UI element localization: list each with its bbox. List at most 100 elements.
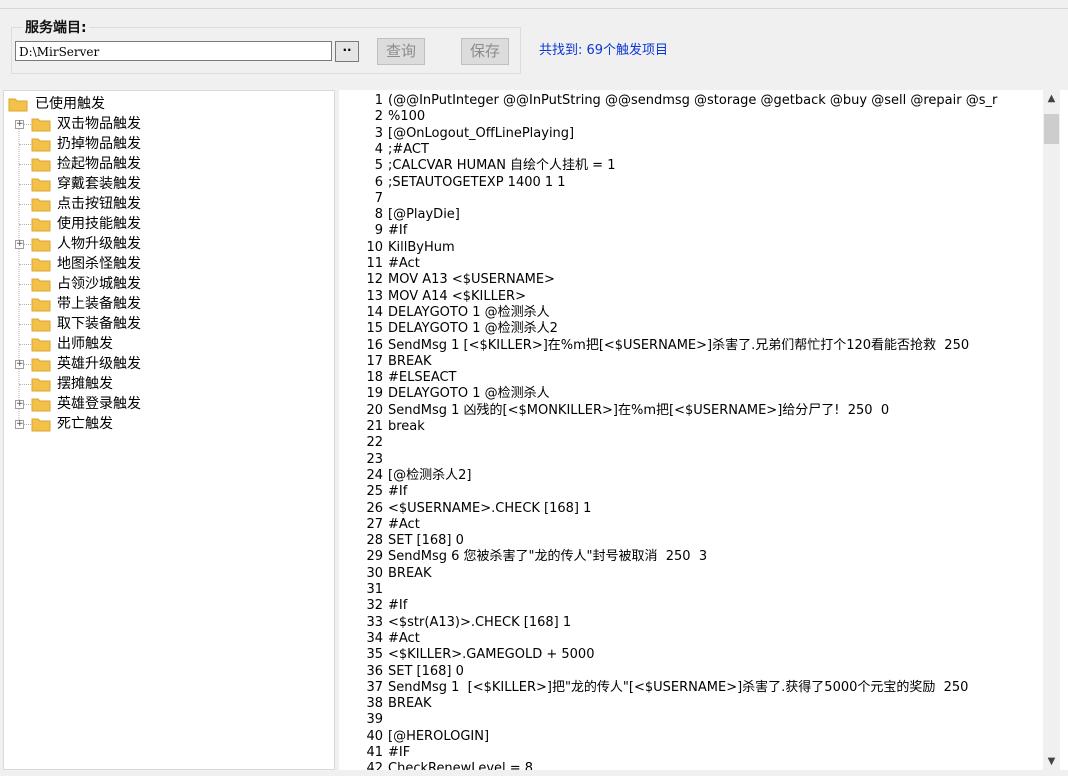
folder-icon [31, 376, 51, 392]
code-line: 26 <$USERNAME>.CHECK [168] 1 [339, 501, 591, 517]
line-number: 2 [374, 109, 383, 125]
code-text: BREAK [388, 696, 432, 712]
script-editor[interactable]: 1 (@@InPutInteger @@InPutString @@sendmsg… [339, 90, 1068, 770]
folder-icon [31, 136, 51, 152]
code-line: 25 #If [339, 484, 407, 500]
tree-connector [19, 324, 31, 325]
code-line: 15 DELAYGOTO 1 @检测杀人2 [339, 321, 558, 337]
expand-plus-icon[interactable]: + [15, 240, 24, 249]
code-line: 24 [@检测杀人2] [339, 468, 471, 484]
code-text: MOV A14 <$KILLER> [388, 288, 526, 304]
expand-plus-icon[interactable]: + [15, 120, 24, 129]
code-line: 39 [339, 712, 388, 728]
line-number: 41 [366, 745, 383, 760]
folder-icon [31, 176, 51, 192]
folder-icon [31, 256, 51, 272]
tree-connector [19, 304, 31, 305]
code-text: DELAYGOTO 1 @检测杀人 [388, 304, 550, 320]
code-line: 29 SendMsg 6 您被杀害了"龙的传人"封号被取消 250 3 [339, 549, 707, 565]
code-text: #Act [388, 630, 420, 646]
server-dir-label: 服务端目: [23, 19, 89, 37]
code-line: 32 #If [339, 598, 407, 614]
code-text: #If [388, 223, 408, 239]
code-line: 4 ;#ACT [339, 142, 429, 158]
line-number: 20 [366, 402, 383, 418]
folder-icon [31, 336, 51, 352]
tree-item-label: 人物升级触发 [57, 236, 141, 252]
expand-plus-icon[interactable]: + [15, 420, 24, 429]
folder-icon [31, 156, 51, 172]
code-text: [@PlayDie] [388, 207, 460, 223]
save-button[interactable]: 保存 [461, 38, 509, 65]
line-number: 8 [374, 207, 383, 223]
line-number: 25 [366, 484, 383, 500]
query-button[interactable]: 查询 [377, 38, 425, 65]
code-text: ;#ACT [388, 141, 429, 157]
bottom-strip [0, 770, 1068, 776]
code-line: 19 DELAYGOTO 1 @检测杀人 [339, 386, 549, 402]
line-number: 31 [366, 582, 383, 597]
line-number: 14 [366, 304, 383, 320]
code-text: MOV A13 <$USERNAME> [388, 272, 555, 288]
code-line: 17 BREAK [339, 354, 431, 370]
code-line: 21 break [339, 419, 424, 435]
line-number: 27 [366, 516, 383, 532]
tree-connector [19, 164, 31, 165]
tree-connector [19, 284, 31, 285]
line-number: 40 [366, 728, 383, 744]
code-text: SendMsg 1 凶残的[<$MONKILLER>]在%m把[<$USERNA… [388, 402, 890, 418]
code-line: 33 <$str(A13)>.CHECK [168] 1 [339, 615, 571, 631]
line-number: 15 [366, 321, 383, 337]
code-line: 28 SET [168] 0 [339, 533, 463, 549]
code-text: ;CALCVAR HUMAN 自绘个人挂机 = 1 [388, 158, 616, 174]
line-number: 5 [374, 158, 383, 174]
expand-plus-icon[interactable]: + [15, 400, 24, 409]
server-path-input[interactable]: D:\MirServer [15, 41, 332, 61]
code-line: 16 SendMsg 1 [<$KILLER>]在%m把[<$USERNAME>]… [339, 338, 969, 354]
tree-item-label: 双击物品触发 [57, 116, 141, 132]
line-number: 11 [366, 256, 383, 271]
tree-item-label: 占领沙城触发 [57, 276, 141, 292]
code-line: 13 MOV A14 <$KILLER> [339, 289, 526, 305]
code-line: 22 [339, 435, 388, 451]
line-number: 16 [366, 337, 383, 353]
line-number: 38 [366, 696, 383, 712]
status-text: 共找到: 69个触发项目 [539, 43, 669, 58]
line-number: 34 [366, 630, 383, 646]
trigger-tree[interactable]: 已使用触发 + 双击物品触发 扔掉物品触发 捡起物品触发 穿戴套装触发 点击按钮触发 使用技… [3, 90, 335, 770]
line-number: 3 [374, 125, 383, 141]
code-text: BREAK [388, 565, 432, 581]
folder-icon [31, 396, 51, 412]
tree-connector [19, 144, 31, 145]
vertical-scrollbar[interactable]: ▲ ▼ [1043, 90, 1060, 770]
tree-item-label: 取下装备触发 [57, 316, 141, 332]
tree-connector-lines [18, 121, 20, 423]
code-line: 36 SET [168] 0 [339, 664, 463, 680]
expand-plus-icon[interactable]: + [15, 360, 24, 369]
folder-icon [31, 296, 51, 312]
tree-connector [19, 224, 31, 225]
code-line: 34 #Act [339, 630, 420, 647]
line-number: 35 [366, 647, 383, 663]
tree-item-label: 捡起物品触发 [57, 156, 141, 172]
toolbar-area: 服务端目: D:\MirServer ·· 查询 保存 共找到: 69个触发项目 [0, 0, 1068, 82]
tree-item-label: 出师触发 [57, 336, 113, 352]
code-text: DELAYGOTO 1 @检测杀人2 [388, 321, 558, 337]
scroll-thumb[interactable] [1044, 114, 1059, 144]
code-line: 12 MOV A13 <$USERNAME> [339, 272, 555, 288]
code-line: 42 CheckRenewLevel = 8 [339, 761, 533, 770]
code-text: #If [388, 598, 408, 614]
line-number: 7 [374, 190, 383, 206]
tree-item-label: 穿戴套装触发 [57, 176, 141, 192]
code-line: 11 #Act [339, 256, 419, 272]
tree-connector [19, 204, 31, 205]
chevron-down-icon[interactable]: ▼ [1043, 753, 1060, 770]
browse-button[interactable]: ·· [335, 41, 359, 62]
folder-icon [31, 116, 51, 132]
chevron-up-icon[interactable]: ▲ [1043, 90, 1060, 107]
line-number: 18 [366, 370, 383, 386]
code-text: CheckRenewLevel = 8 [388, 761, 534, 770]
code-text: SendMsg 6 您被杀害了"龙的传人"封号被取消 250 3 [388, 549, 708, 565]
tree-connector [19, 264, 31, 265]
code-text: [@OnLogout_OffLinePlaying] [388, 125, 575, 141]
